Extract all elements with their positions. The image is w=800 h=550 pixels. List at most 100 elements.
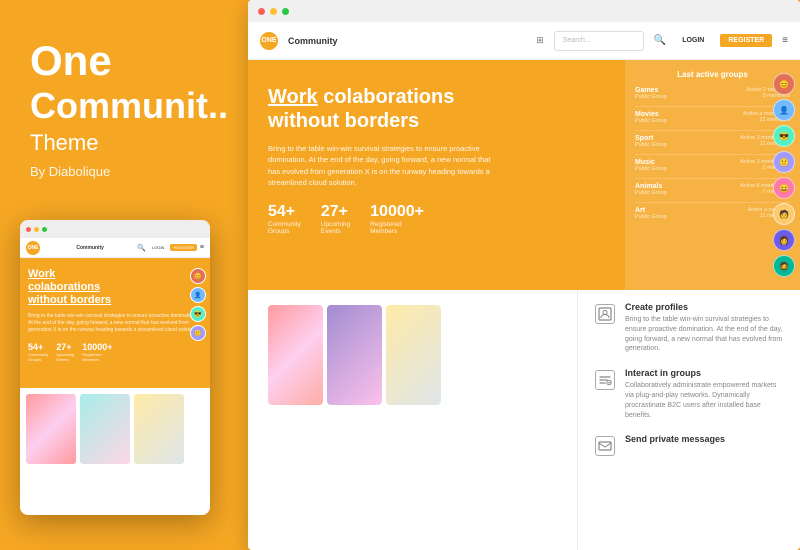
desktop-stats: 54+ Community Groups 27+ Upcoming Events… bbox=[268, 203, 605, 235]
create-profiles-icon bbox=[595, 304, 615, 324]
desktop-search-placeholder: Search... bbox=[563, 37, 591, 44]
desktop-nav: ONE Community ⊞ Search... 🔍 LOGIN REGIST… bbox=[248, 22, 800, 60]
groups-panel-title: Last active groups bbox=[635, 70, 790, 79]
desktop-register-btn[interactable]: REGISTER bbox=[720, 34, 772, 47]
desktop-avatar-1: 😊 bbox=[773, 73, 795, 95]
mobile-hero-title: Work colaborations without borders bbox=[28, 268, 202, 308]
group-item-animals: Animals Public Group Active 6 months ago… bbox=[635, 183, 790, 196]
desktop-hero-desc: Bring to the table win-win survival stra… bbox=[268, 143, 498, 188]
desktop-hero-content: Work colaborations without borders Bring… bbox=[248, 60, 625, 290]
desktop-stat-1: 54+ Community Groups bbox=[268, 203, 301, 235]
mobile-avatars: 😊 👤 😎 🙂 bbox=[190, 268, 206, 341]
hero-title-work: Work bbox=[268, 86, 318, 108]
desktop-hero: Work colaborations without borders Bring… bbox=[248, 60, 800, 290]
desktop-hero-title: Work colaborations without borders bbox=[268, 85, 605, 133]
brand-one: One bbox=[30, 40, 210, 82]
mobile-stat-1: 54+ CommunityGroups bbox=[28, 342, 48, 362]
desktop-top-bar bbox=[248, 0, 800, 22]
desktop-login-btn[interactable]: LOGIN bbox=[676, 34, 710, 47]
photo-thumb-3 bbox=[386, 305, 441, 405]
feature-title-interact-groups: Interact in groups bbox=[625, 368, 785, 378]
desktop-search-icon[interactable]: 🔍 bbox=[654, 35, 666, 46]
mobile-thumb-2 bbox=[80, 394, 130, 464]
desktop-avatar-7: 👩 bbox=[773, 229, 795, 251]
mobile-nav-right: 🔍 LOGIN REGISTER ≡ bbox=[137, 244, 204, 252]
private-messages-icon bbox=[595, 436, 615, 456]
desktop-dot-yellow bbox=[270, 8, 277, 15]
interact-groups-icon bbox=[595, 370, 615, 390]
group-item-sport: Sport Public Group Active 3 months ago 1… bbox=[635, 135, 790, 148]
desktop-dot-green bbox=[282, 8, 289, 15]
hero-title-without-borders: without borders bbox=[268, 110, 419, 132]
mobile-dot-red bbox=[26, 227, 31, 232]
desktop-hero-avatars: 😊 👤 😎 🙂 😄 🧑 👩 🧔 bbox=[768, 68, 800, 282]
desktop-dot-red bbox=[258, 8, 265, 15]
mobile-avatar-4: 🙂 bbox=[190, 325, 206, 341]
feature-icon-private-messages bbox=[593, 434, 617, 458]
feature-private-messages: Send private messages bbox=[593, 434, 785, 458]
group-item-music: Music Public Group Active 3 months ago 2… bbox=[635, 159, 790, 172]
mobile-login-btn[interactable]: LOGIN bbox=[149, 244, 167, 251]
desktop-avatar-5: 😄 bbox=[773, 177, 795, 199]
mobile-avatar-1: 😊 bbox=[190, 268, 206, 284]
mobile-stat-2: 27+ UpcomingEvents bbox=[56, 342, 74, 362]
feature-desc-interact-groups: Collaboratively administrate empowered m… bbox=[625, 381, 785, 420]
desktop-avatar-2: 👤 bbox=[773, 99, 795, 121]
feature-icon-create-profiles bbox=[593, 302, 617, 326]
feature-icon-interact-groups bbox=[593, 368, 617, 392]
desktop-photo-grid bbox=[268, 305, 441, 535]
desktop-grid-icon[interactable]: ⊞ bbox=[536, 35, 544, 46]
mobile-top-bar bbox=[20, 220, 210, 238]
mobile-thumb-3 bbox=[134, 394, 184, 464]
mobile-logo-badge: ONE bbox=[26, 241, 40, 255]
mobile-dot-green bbox=[42, 227, 47, 232]
desktop-avatar-6: 🧑 bbox=[773, 203, 795, 225]
desktop-avatar-3: 😎 bbox=[773, 125, 795, 147]
mobile-hamburger-icon[interactable]: ≡ bbox=[200, 244, 204, 251]
mobile-stat-3: 10000+ RegisteredMembers bbox=[82, 342, 112, 362]
desktop-features: Create profiles Bring to the table win-w… bbox=[578, 290, 800, 550]
group-item-movies: Movies Public Group Active a month ago 1… bbox=[635, 111, 790, 124]
theme-label: Theme bbox=[30, 130, 210, 156]
mobile-stats: 54+ CommunityGroups 27+ UpcomingEvents 1… bbox=[28, 342, 202, 362]
mobile-hero-desc: Bring to the table win-win survival stra… bbox=[28, 313, 202, 334]
mobile-register-btn[interactable]: REGISTER bbox=[170, 244, 196, 251]
mobile-hero: Work colaborations without borders Bring… bbox=[20, 258, 210, 388]
feature-create-profiles: Create profiles Bring to the table win-w… bbox=[593, 302, 785, 354]
left-panel: One Communit.. Theme By Diabolique ONE C… bbox=[0, 0, 240, 550]
photo-thumb-1 bbox=[268, 305, 323, 405]
photo-thumb-2 bbox=[327, 305, 382, 405]
mobile-mockup: ONE Community 🔍 LOGIN REGISTER ≡ Work co… bbox=[20, 220, 210, 515]
desktop-stat-3: 10000+ Registered Members bbox=[370, 203, 424, 235]
feature-text-interact-groups: Interact in groups Collaboratively admin… bbox=[625, 368, 785, 420]
desktop-stat-2: 27+ Upcoming Events bbox=[321, 203, 350, 235]
feature-title-private-messages: Send private messages bbox=[625, 434, 725, 444]
desktop-lower-section: Create profiles Bring to the table win-w… bbox=[248, 290, 800, 550]
desktop-nav-brand: Community bbox=[288, 36, 338, 46]
mobile-avatar-3: 😎 bbox=[190, 306, 206, 322]
group-item-games: Games Public Group Active 2 days ago 3 m… bbox=[635, 87, 790, 100]
feature-text-create-profiles: Create profiles Bring to the table win-w… bbox=[625, 302, 785, 354]
feature-interact-groups: Interact in groups Collaboratively admin… bbox=[593, 368, 785, 420]
mobile-nav: ONE Community 🔍 LOGIN REGISTER ≡ bbox=[20, 238, 210, 258]
desktop-avatar-8: 🧔 bbox=[773, 255, 795, 277]
hero-title-colaborations: colaborations bbox=[323, 86, 454, 108]
desktop-logo-badge: ONE bbox=[260, 32, 278, 50]
group-item-art: Art Public Group Active a year ago 11 me… bbox=[635, 207, 790, 220]
desktop-avatar-4: 🙂 bbox=[773, 151, 795, 173]
desktop-search-box[interactable]: Search... bbox=[554, 31, 644, 51]
mobile-thumb-1 bbox=[26, 394, 76, 464]
mobile-avatar-2: 👤 bbox=[190, 287, 206, 303]
desktop-mockup: ONE Community ⊞ Search... 🔍 LOGIN REGIST… bbox=[248, 0, 800, 550]
desktop-hamburger-icon[interactable]: ≡ bbox=[782, 35, 788, 46]
feature-title-create-profiles: Create profiles bbox=[625, 302, 785, 312]
brand-title: One Communit.. bbox=[30, 40, 210, 130]
mobile-nav-brand: Community bbox=[76, 245, 104, 251]
by-label: By Diabolique bbox=[30, 164, 210, 179]
brand-community: Communit.. bbox=[30, 88, 210, 124]
feature-desc-create-profiles: Bring to the table win-win survival stra… bbox=[625, 315, 785, 354]
group-info-games: Games Public Group bbox=[635, 87, 747, 100]
mobile-dot-yellow bbox=[34, 227, 39, 232]
mobile-bottom-photos bbox=[20, 388, 210, 470]
desktop-lower-left bbox=[248, 290, 578, 550]
